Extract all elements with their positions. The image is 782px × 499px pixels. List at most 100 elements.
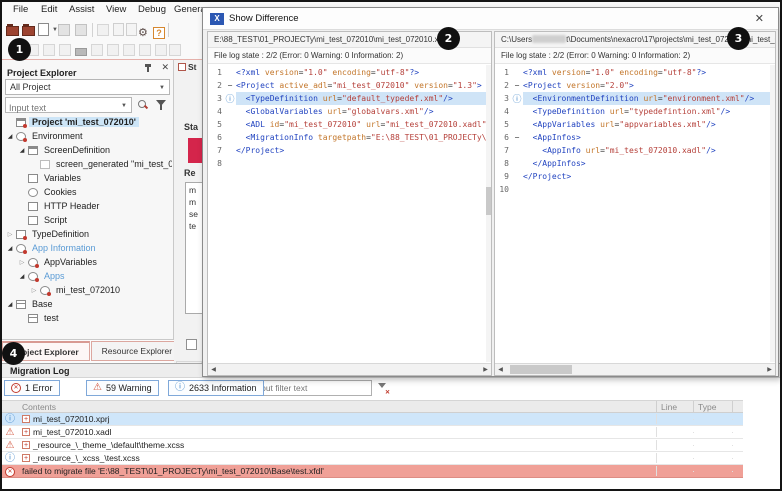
project-filter-dropdown[interactable]: All Project ▼	[5, 79, 170, 95]
code-line[interactable]: 2−<Project active_adl="mi_test_072010" v…	[208, 79, 491, 92]
tree-item-script[interactable]: Script	[2, 213, 172, 227]
tree-item-http-header[interactable]: HTTP Header	[2, 199, 172, 213]
header-icon-column[interactable]	[2, 401, 18, 412]
code-line[interactable]: 1<?xml version="1.0" encoding="utf-8"?>	[495, 66, 775, 79]
column-header-line[interactable]: Line	[657, 401, 694, 412]
expand-plus-icon[interactable]: +	[22, 415, 30, 423]
code-line[interactable]: 7 <AppInfo url="mi_test_072010.xadl"/>	[495, 144, 775, 157]
code-line[interactable]: 2−<Project version="2.0">	[495, 79, 775, 92]
horizontal-scrollbar[interactable]: ◀▶	[208, 363, 491, 375]
expander-icon[interactable]: ▷	[5, 231, 15, 238]
tree-item-app-information[interactable]: ◢App Information	[2, 241, 172, 255]
scrollbar-track[interactable]	[219, 364, 480, 375]
fold-icon[interactable]: −	[511, 133, 523, 142]
log-row[interactable]: ⓘ+_resource_\_xcss_\test.xcss	[2, 452, 743, 465]
scrollbar-track[interactable]	[506, 364, 764, 375]
tree-item-apps[interactable]: ◢Apps	[2, 269, 172, 283]
source-code-view[interactable]: 1<?xml version="1.0" encoding="utf-8"?>2…	[208, 64, 491, 363]
error-filter-button[interactable]: ✕1 Error	[4, 380, 60, 396]
tree-item-cookies[interactable]: Cookies	[2, 185, 172, 199]
expander-icon[interactable]: ◢	[17, 273, 27, 280]
tree-search-input[interactable]	[6, 102, 114, 115]
tab-resource-explorer[interactable]: Resource Explorer	[91, 341, 183, 361]
tree-item-app-mi-test[interactable]: ▷mi_test_072010	[2, 283, 172, 297]
vertical-scrollbar[interactable]	[770, 65, 775, 362]
tree-item-appvariables[interactable]: ▷AppVariables	[2, 255, 172, 269]
code-line[interactable]: 8	[208, 157, 491, 170]
log-row[interactable]: ⚠+mi_test_072010.xadl	[2, 426, 743, 439]
dialog-title-bar[interactable]: X Show Difference ✕	[203, 8, 778, 30]
diff-pane-source[interactable]: E:\88_TEST\01_PROJECTy\mi_test_072010\mi…	[207, 31, 492, 376]
horizontal-scrollbar[interactable]: ◀▶	[495, 363, 775, 375]
code-line[interactable]: 5 <AppVariables url="appvariables.xml"/>	[495, 118, 775, 131]
expand-plus-icon[interactable]: +	[22, 454, 30, 462]
tree-item-variables[interactable]: Variables	[2, 171, 172, 185]
column-header-contents[interactable]: Contents	[18, 401, 657, 412]
expander-icon[interactable]: ◢	[5, 245, 15, 252]
tree-item-screen-generated[interactable]: screen_generated "mi_test_072010"	[2, 157, 172, 171]
expander-icon[interactable]: ▷	[17, 259, 27, 266]
warning-filter-button[interactable]: ⚠59 Warning	[86, 380, 159, 396]
checkbox[interactable]	[186, 339, 197, 350]
pin-icon[interactable]	[143, 63, 153, 73]
code-line[interactable]: 8 </AppInfos>	[495, 157, 775, 170]
code-line[interactable]: 3ⓘ <TypeDefinition url="default_typedef.…	[208, 92, 491, 105]
information-filter-button[interactable]: ⓘ2633 Information	[168, 380, 264, 396]
options-gear-icon[interactable]: ⚙	[138, 23, 148, 41]
code-line[interactable]: 10	[495, 183, 775, 196]
menu-item-view[interactable]: View	[106, 4, 126, 15]
code-line[interactable]: 6 <MigrationInfo targetpath="E:\88_TEST\…	[208, 131, 491, 144]
tree-search-box[interactable]: ▼	[5, 97, 132, 113]
expand-plus-icon[interactable]: +	[22, 428, 30, 436]
menu-item-file[interactable]: File	[13, 4, 28, 15]
menu-item-debug[interactable]: Debug	[138, 4, 166, 15]
code-line[interactable]: 4 <GlobalVariables url="globalvars.xml"/…	[208, 105, 491, 118]
menu-item-assist[interactable]: Assist	[69, 4, 94, 15]
close-icon[interactable]: ✕	[755, 12, 764, 25]
menu-item-genera[interactable]: Genera	[174, 4, 206, 15]
code-line[interactable]: 7</Project>	[208, 144, 491, 157]
chevron-down-icon[interactable]: ▼	[121, 103, 127, 109]
scrollbar-thumb[interactable]	[510, 365, 572, 374]
tree-item-screendefinition[interactable]: ◢ScreenDefinition	[2, 143, 172, 157]
code-line[interactable]: 4 <TypeDefinition url="typedefintion.xml…	[495, 105, 775, 118]
code-line[interactable]: 3ⓘ <EnvironmentDefinition url="environme…	[495, 92, 775, 105]
expander-icon[interactable]: ◢	[5, 133, 15, 140]
scrollbar-thumb[interactable]	[486, 187, 491, 215]
fold-icon[interactable]: −	[224, 81, 236, 90]
log-row[interactable]: ✕failed to migrate file 'E:\88_TEST\01_P…	[2, 465, 743, 478]
close-icon[interactable]: ✕	[161, 62, 169, 73]
scroll-left-arrow[interactable]: ◀	[495, 366, 506, 373]
tree-item-base[interactable]: ◢Base	[2, 297, 172, 311]
vertical-scrollbar[interactable]	[486, 65, 491, 362]
diff-pane-target[interactable]: C:\Userst\Documents\nexacro\17\projects\…	[494, 31, 776, 376]
scroll-left-arrow[interactable]: ◀	[208, 366, 219, 373]
expander-icon[interactable]: ◢	[17, 147, 27, 154]
code-line[interactable]: 1<?xml version="1.0" encoding="utf-8"?>	[208, 66, 491, 79]
scroll-right-arrow[interactable]: ▶	[764, 366, 775, 373]
code-line[interactable]: 6− <AppInfos>	[495, 131, 775, 144]
expand-plus-icon[interactable]: +	[22, 441, 30, 449]
log-row[interactable]: ⓘ+mi_test_072010.xprj	[2, 413, 743, 426]
code-token: />	[424, 107, 434, 116]
fold-icon[interactable]: −	[511, 81, 523, 90]
expander-icon[interactable]: ◢	[5, 301, 15, 308]
scroll-right-arrow[interactable]: ▶	[480, 366, 491, 373]
column-header-type[interactable]: Type	[694, 401, 733, 412]
tree-item-project[interactable]: Project 'mi_test_072010'	[2, 115, 172, 129]
expander-icon[interactable]: ▷	[29, 287, 39, 294]
code-line[interactable]: 9</Project>	[495, 170, 775, 183]
clear-filter-icon[interactable]	[377, 382, 389, 394]
log-row[interactable]: ⚠+_resource_\_theme_\default\theme.xcss	[2, 439, 743, 452]
new-file-icon[interactable]: ▼	[38, 23, 49, 41]
target-code-view[interactable]: 1<?xml version="1.0" encoding="utf-8"?>2…	[495, 64, 775, 363]
tree-item-typedefinition[interactable]: ▷TypeDefinition	[2, 227, 172, 241]
code-line[interactable]: 5 <ADL id="mi_test_072010" url="mi_test_…	[208, 118, 491, 131]
search-icon[interactable]	[137, 99, 149, 111]
tree-item-environment[interactable]: ◢Environment	[2, 129, 172, 143]
help-icon[interactable]: ?	[153, 23, 165, 41]
tree-item-test[interactable]: test	[2, 311, 172, 325]
log-filter-input[interactable]	[249, 380, 372, 396]
filter-icon[interactable]	[155, 99, 167, 111]
menu-item-edit[interactable]: Edit	[41, 4, 57, 15]
